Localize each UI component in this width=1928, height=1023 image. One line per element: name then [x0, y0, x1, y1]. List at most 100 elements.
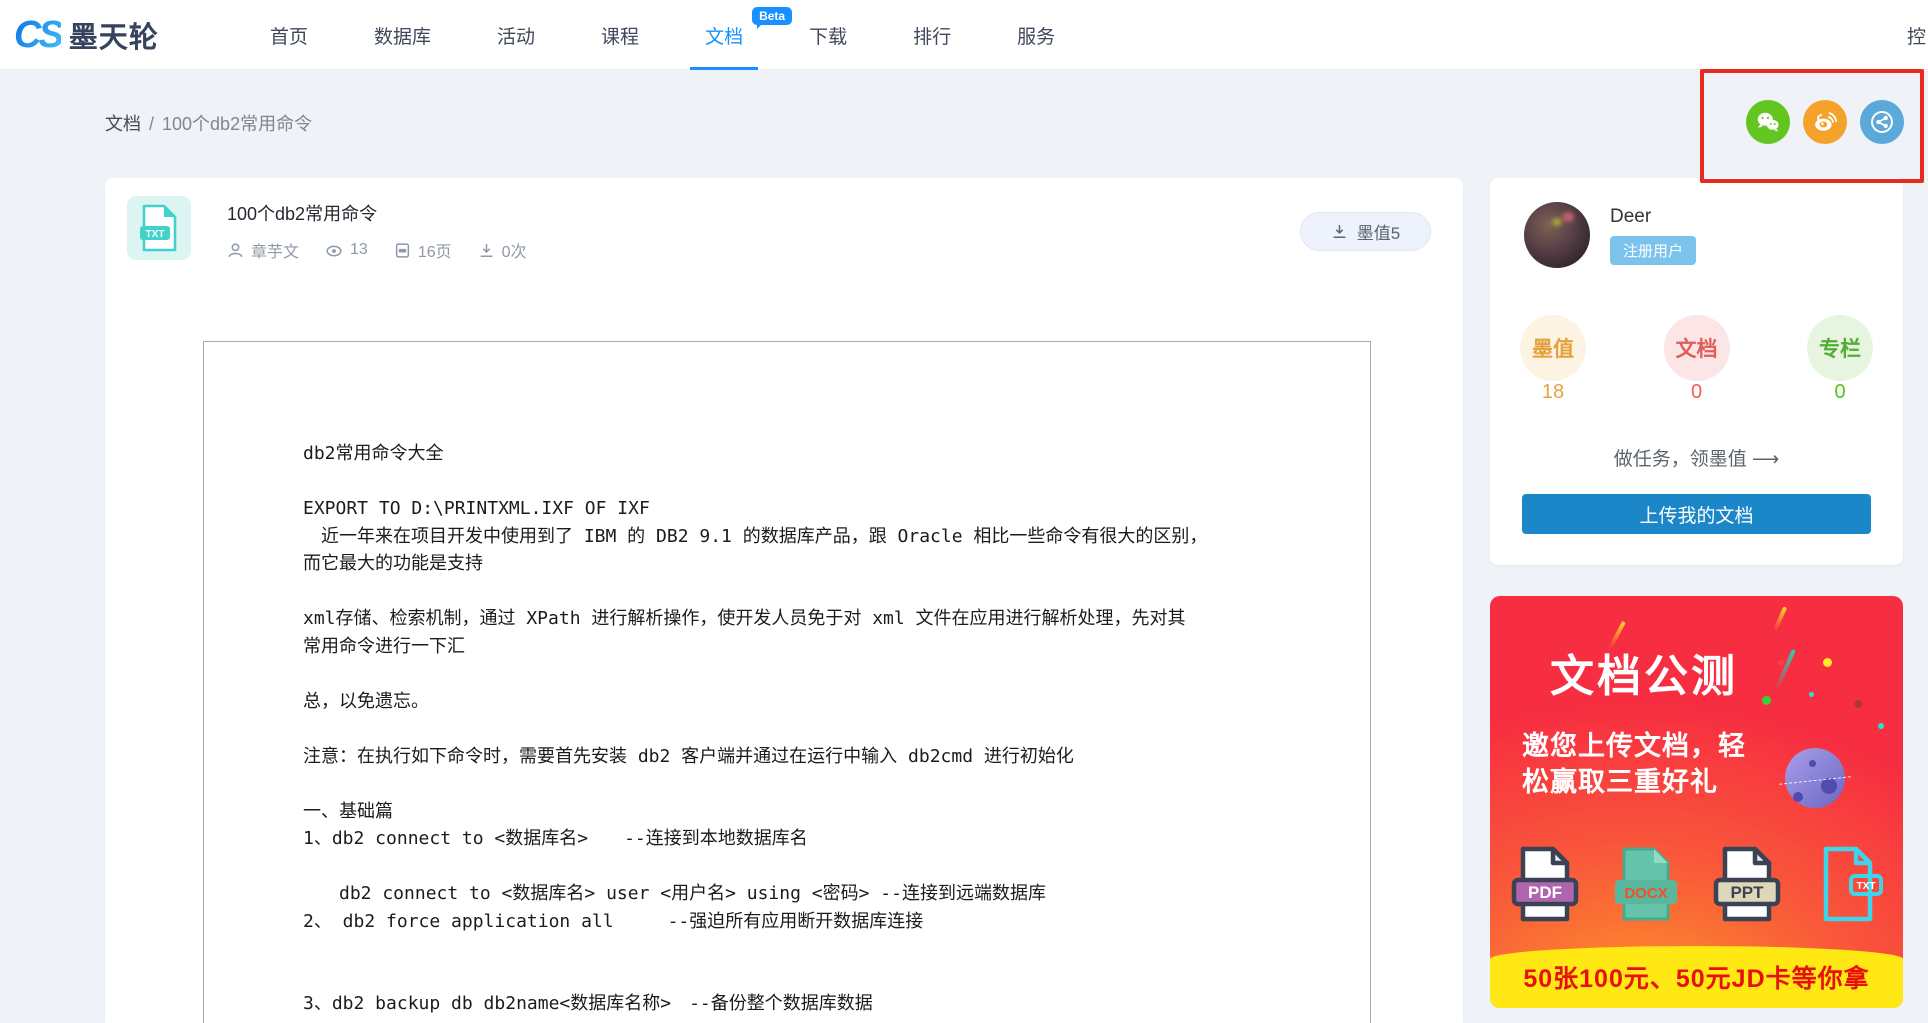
document-preview-page: db2常用命令大全 EXPORT TO D:\PRINTXML.IXF OF IX… [203, 341, 1371, 1023]
nav-item-activity[interactable]: 活动 [464, 0, 568, 70]
views-count: 13 [350, 241, 368, 259]
nav-item-ranking[interactable]: 排行 [880, 0, 984, 70]
document-text-line: 近一年来在项目开发中使用到了 IBM 的 DB2 9.1 的数据库产品，跟 Or… [303, 523, 1315, 551]
pages-item: 16页 [394, 238, 452, 262]
pdf-file-icon: PDF [1510, 844, 1580, 924]
active-tab-underline [690, 67, 758, 70]
user-avatar[interactable] [1524, 202, 1590, 268]
document-text-line: db2常用命令大全 [303, 440, 1315, 468]
svg-text:PDF: PDF [1528, 883, 1562, 902]
ad-footer-text: 50张100元、50元JD卡等你拿 [1523, 959, 1869, 995]
txt-file-icon: TXT [127, 196, 191, 260]
nav-item-console-partial[interactable]: 控 [1907, 0, 1926, 70]
document-text-line: xml存储、检索机制，通过 XPath 进行解析操作，使开发人员免于对 xml … [303, 605, 1315, 633]
author-name[interactable]: 章芋文 [251, 238, 299, 262]
stat-mo-value: 墨值 [1520, 315, 1586, 381]
document-text-line: 而它最大的功能是支持 [303, 550, 1315, 578]
downloads-item: 0次 [478, 238, 527, 262]
nav-item-download[interactable]: 下载 [776, 0, 880, 70]
top-nav: CS 墨天轮 首页 数据库 活动 课程 文档 Beta 下载 排行 服务 控 [0, 0, 1928, 70]
logo-text: 墨天轮 [69, 14, 159, 56]
weibo-share-button[interactable] [1803, 100, 1847, 144]
document-text-line: 总，以免遗忘。 [303, 688, 1315, 716]
stat-documents-count: 0 [1664, 381, 1730, 404]
comet-decoration [1773, 606, 1787, 631]
document-text-line [303, 963, 1315, 991]
document-beta-ad-banner[interactable]: 文档公测 邀您上传文档，轻 松赢取三重好礼 PDF DOCX [1490, 596, 1903, 1008]
page-icon [394, 242, 411, 259]
breadcrumb: 文档 / 100个db2常用命令 [105, 110, 312, 136]
document-text-line: db2 connect to <数据库名> user <用户名> using <… [303, 880, 1315, 908]
author-item: 章芋文 [227, 238, 299, 262]
dot-decoration [1778, 660, 1784, 666]
stat-mo-value-count: 18 [1520, 381, 1586, 404]
svg-text:DOCX: DOCX [1624, 885, 1667, 902]
pages-count: 16页 [418, 238, 452, 262]
comet-decoration [1774, 649, 1796, 691]
stat-documents: 文档 [1664, 315, 1730, 381]
ad-title: 文档公测 [1550, 640, 1738, 704]
site-logo[interactable]: CS 墨天轮 [14, 0, 159, 70]
nav-item-home[interactable]: 首页 [237, 0, 341, 70]
breadcrumb-current: 100个db2常用命令 [162, 114, 312, 134]
download-icon [478, 242, 495, 259]
dot-decoration [1809, 692, 1814, 697]
user-role-badge: 注册用户 [1610, 236, 1696, 265]
user-name[interactable]: Deer [1610, 206, 1651, 228]
stat-columns-count: 0 [1807, 381, 1873, 404]
eye-icon [325, 242, 343, 259]
document-text-line [303, 660, 1315, 688]
ad-footer-bar: 50张100元、50元JD卡等你拿 [1490, 946, 1903, 1008]
user-card: Deer 注册用户 墨值 文档 专栏 18 0 0 做任务，领墨值 ⟶ 上传我的… [1490, 178, 1903, 565]
nav-item-database[interactable]: 数据库 [341, 0, 464, 70]
document-text-line: 注意：在执行如下命令时，需要首先安装 db2 客户端并通过在运行中输入 db2c… [303, 743, 1315, 771]
document-text-line: 一、基础篇 [303, 798, 1315, 826]
document-text-line: EXPORT TO D:\PRINTXML.IXF OF IXF [303, 495, 1315, 523]
ad-subtitle-line2: 松赢取三重好礼 [1522, 760, 1718, 799]
user-stats: 墨值 文档 专栏 [1490, 315, 1903, 381]
breadcrumb-docs-link[interactable]: 文档 [105, 114, 141, 134]
nav-item-course[interactable]: 课程 [568, 0, 672, 70]
document-text-line [303, 770, 1315, 798]
document-text-line: 2、 db2 force application all --强迫所有应用断开数… [303, 908, 1315, 936]
downloads-count: 0次 [502, 238, 527, 262]
dot-decoration [1878, 723, 1884, 729]
nav-item-docs-label: 文档 [705, 22, 743, 49]
document-text-line [303, 715, 1315, 743]
page: CS 墨天轮 首页 数据库 活动 课程 文档 Beta 下载 排行 服务 控 文… [0, 0, 1928, 1023]
document-title: 100个db2常用命令 [227, 200, 377, 226]
document-text-line [303, 578, 1315, 606]
earn-mo-value-link[interactable]: 做任务，领墨值 ⟶ [1490, 444, 1903, 471]
download-button-label: 墨值5 [1357, 219, 1400, 244]
stat-columns: 专栏 [1807, 315, 1873, 381]
document-text-line: 3、db2 backup db db2name<数据库名称> --备份整个数据库… [303, 990, 1315, 1018]
svg-text:PPT: PPT [1730, 883, 1764, 902]
wechat-icon [1755, 109, 1781, 135]
user-icon [227, 242, 244, 259]
docx-file-icon: DOCX [1611, 844, 1681, 924]
ad-subtitle-line1: 邀您上传文档，轻 [1522, 724, 1746, 763]
txt-file-icon-ad: TXT [1813, 844, 1883, 924]
nav-menu: 首页 数据库 活动 课程 文档 Beta 下载 排行 服务 [237, 0, 1088, 70]
wechat-share-button[interactable] [1746, 100, 1790, 144]
dot-decoration [1854, 700, 1862, 708]
breadcrumb-separator: / [149, 114, 154, 134]
ppt-file-icon: PPT [1712, 844, 1782, 924]
upload-document-button[interactable]: 上传我的文档 [1522, 494, 1871, 534]
nav-item-service[interactable]: 服务 [984, 0, 1088, 70]
document-text-line: 1、db2 connect to <数据库名> --连接到本地数据库名 [303, 825, 1315, 853]
generic-share-button[interactable] [1860, 100, 1904, 144]
document-card: TXT 100个db2常用命令 章芋文 13 16页 [105, 178, 1463, 1023]
download-mo-value-button[interactable]: 墨值5 [1300, 212, 1431, 251]
document-meta: 章芋文 13 16页 0次 [227, 238, 527, 262]
dot-decoration [1823, 658, 1832, 667]
views-item: 13 [325, 241, 368, 259]
document-text-line [303, 935, 1315, 963]
share-icon [1869, 109, 1895, 135]
nav-item-docs[interactable]: 文档 Beta [672, 0, 776, 70]
planet-illustration [1785, 748, 1845, 808]
logo-cs-icon: CS [14, 14, 61, 57]
share-buttons [1746, 100, 1904, 144]
download-icon [1331, 223, 1348, 240]
txt-label: TXT [146, 229, 165, 240]
